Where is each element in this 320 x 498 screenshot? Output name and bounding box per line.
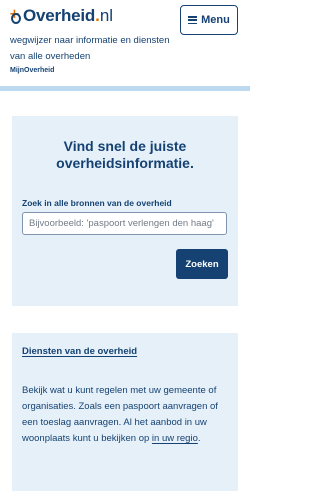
logo-name: Overheid xyxy=(23,6,96,25)
services-heading-link[interactable]: Diensten van de overheid xyxy=(22,346,137,357)
services-description: Bekijk wat u kunt regelen met uw gemeent… xyxy=(22,383,234,447)
overheid-logo[interactable]: + Overheid .nl xyxy=(9,2,114,26)
region-link[interactable]: in uw regio xyxy=(152,433,198,444)
menu-button[interactable]: Menu xyxy=(180,5,238,35)
mijnoverheid-link[interactable]: MijnOverheid xyxy=(10,67,54,74)
menu-button-label: Menu xyxy=(201,14,230,26)
search-label: Zoek in alle bronnen van de overheid xyxy=(22,198,172,208)
header-divider xyxy=(0,86,250,91)
services-panel: Diensten van de overheid Bekijk wat u ku… xyxy=(12,333,238,491)
hamburger-icon xyxy=(188,16,198,25)
search-input[interactable] xyxy=(22,212,227,235)
search-heading: Vind snel de juiste overheidsinformatie. xyxy=(56,138,194,171)
site-header: + Overheid .nl Menu wegwijzer naar infor… xyxy=(0,0,250,91)
search-panel: Vind snel de juiste overheidsinformatie.… xyxy=(12,116,238,306)
overheid-logo-icon: + xyxy=(9,7,21,24)
logo-tld: .nl xyxy=(95,6,114,25)
search-button[interactable]: Zoeken xyxy=(176,249,228,279)
services-body-end: . xyxy=(197,433,201,444)
site-tagline: wegwijzer naar informatie en diensten va… xyxy=(10,35,170,62)
